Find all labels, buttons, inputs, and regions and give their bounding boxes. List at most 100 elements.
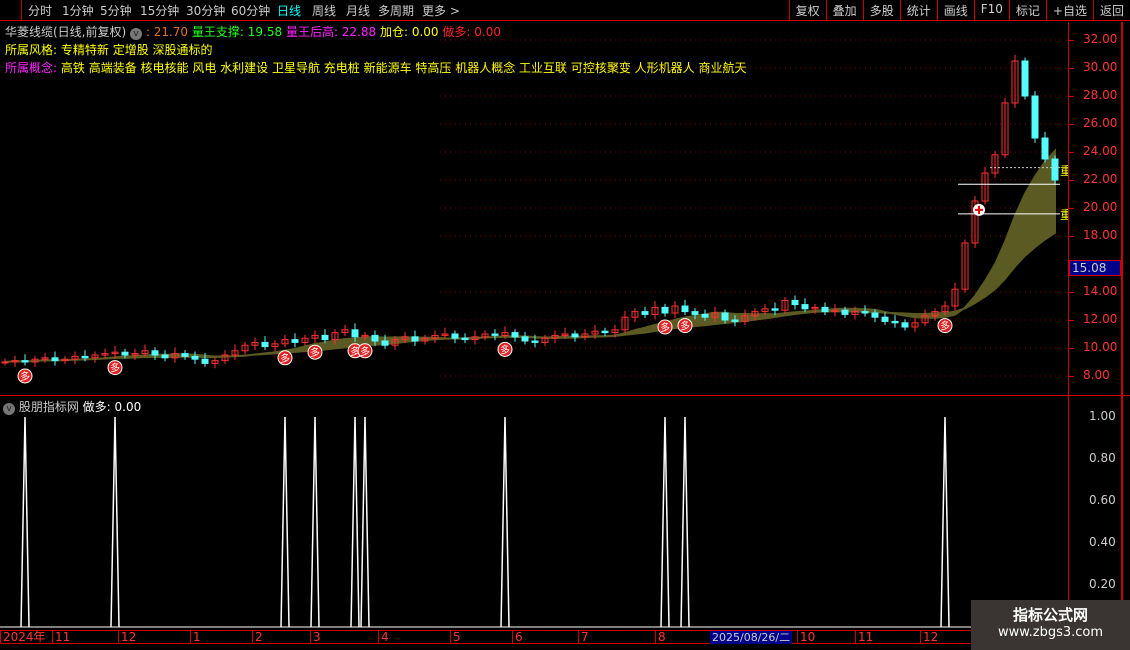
y-tick-label: 22.00 (1083, 172, 1118, 186)
candle-body (1031, 95, 1039, 139)
marker-text: 多 (110, 362, 120, 375)
candle-body (691, 311, 699, 315)
toolbar-button[interactable]: 返回 (1092, 0, 1130, 20)
toolbar-button[interactable]: F10 (973, 0, 1009, 20)
candle (631, 308, 639, 323)
period-tab[interactable]: 更多 > (422, 2, 460, 19)
y-tick-label: 10.00 (1083, 340, 1118, 354)
candle (311, 330, 319, 344)
period-tab[interactable]: 分时 (28, 2, 52, 19)
candle-body (771, 308, 779, 311)
candle-body (521, 336, 529, 342)
y-tick (1069, 376, 1074, 377)
candle (71, 351, 79, 365)
candle (911, 317, 919, 332)
period-tab[interactable]: 60分钟 (231, 2, 270, 19)
candle (891, 315, 899, 328)
candle (1031, 91, 1039, 143)
candle (901, 319, 909, 331)
candle-body (451, 333, 459, 339)
cursor-date: 2025/08/26/二 (710, 631, 793, 644)
period-tab[interactable]: 15分钟 (140, 2, 179, 19)
signal-chart[interactable] (0, 396, 1068, 630)
long-signal-spike (20, 416, 30, 628)
y-tick-label: 0.20 (1089, 577, 1116, 591)
y-tick (1069, 152, 1074, 153)
toolbar-button[interactable]: 多股 (862, 0, 900, 20)
long-signal-marker: 多 (17, 368, 33, 384)
candle-body (461, 337, 469, 341)
x-tick-label: 11 (52, 631, 70, 644)
y-tick-label: 20.00 (1083, 200, 1118, 214)
marker-text: 多 (940, 320, 950, 333)
period-tab[interactable]: 多周期 (378, 2, 414, 19)
candle (411, 330, 419, 346)
long-signal-marker: 多 (307, 344, 323, 360)
y-tick-label: 0.80 (1089, 451, 1116, 465)
price-chart[interactable]: 重重多多多多多多多多多多 (0, 22, 1068, 396)
period-tab[interactable]: 1分钟 (62, 2, 94, 19)
y-tick (1069, 320, 1074, 321)
candle (991, 151, 999, 178)
candle (1021, 57, 1029, 100)
candle-body (151, 350, 159, 356)
candle (511, 329, 519, 342)
period-tab[interactable]: 月线 (346, 2, 370, 19)
candle (481, 330, 489, 341)
y-tick (1069, 208, 1074, 209)
toolbar-button[interactable]: 画线 (936, 0, 974, 20)
toolbar-button[interactable]: 叠加 (825, 0, 863, 20)
chevron-down-icon[interactable]: v (3, 403, 15, 415)
candle-body (21, 360, 29, 363)
candle-body (901, 322, 909, 328)
candle (661, 303, 669, 317)
candle-body (1051, 158, 1059, 181)
candle (541, 334, 549, 346)
long-signal-spike (360, 416, 370, 628)
candle-body (261, 341, 269, 348)
toolbar-button[interactable]: 复权 (788, 0, 826, 20)
period-tab[interactable]: 30分钟 (186, 2, 225, 19)
y-tick (1069, 68, 1074, 69)
long-signal-spike (680, 416, 690, 628)
long-signal-marker: 多 (107, 360, 123, 376)
x-tick-label: 3 (310, 631, 321, 644)
toolbar-button[interactable]: 标记 (1008, 0, 1046, 20)
candle (981, 166, 989, 205)
candle-body (721, 312, 729, 321)
candle (191, 351, 199, 365)
candle (601, 327, 609, 337)
x-tick-label: 2 (252, 631, 263, 644)
layout-toggle-button[interactable] (0, 0, 22, 20)
period-tab[interactable]: 5分钟 (100, 2, 132, 19)
candle (571, 330, 579, 342)
y-tick-label: 28.00 (1083, 88, 1118, 102)
period-tab[interactable]: 周线 (312, 2, 336, 19)
candle-body (381, 340, 389, 346)
period-tab[interactable]: 日线 (277, 2, 301, 19)
long-signal-spike (940, 416, 950, 628)
x-tick-label: 6 (512, 631, 523, 644)
toolbar-button[interactable]: +自选 (1045, 0, 1093, 20)
candle-body (1021, 60, 1029, 97)
long-signal-spike (310, 416, 320, 628)
side-panel-strip[interactable] (1122, 22, 1130, 630)
candle-body (731, 319, 739, 322)
candle-body (821, 306, 829, 313)
candle-body (531, 340, 539, 343)
y-tick (1069, 180, 1074, 181)
candle (651, 301, 659, 320)
candle (91, 351, 99, 363)
long-signal-marker: 多 (357, 343, 373, 359)
toolbar-button[interactable]: 统计 (899, 0, 937, 20)
candle-body (291, 339, 299, 343)
candle (791, 295, 799, 310)
long-signal-spike (280, 416, 290, 628)
long-signal-marker: 多 (677, 318, 693, 334)
long-signal-spike (660, 416, 670, 628)
candle (231, 344, 239, 360)
watermark-title: 指标公式网 (1012, 606, 1088, 624)
candle (581, 329, 589, 341)
candle (271, 340, 279, 352)
candle (521, 331, 529, 345)
